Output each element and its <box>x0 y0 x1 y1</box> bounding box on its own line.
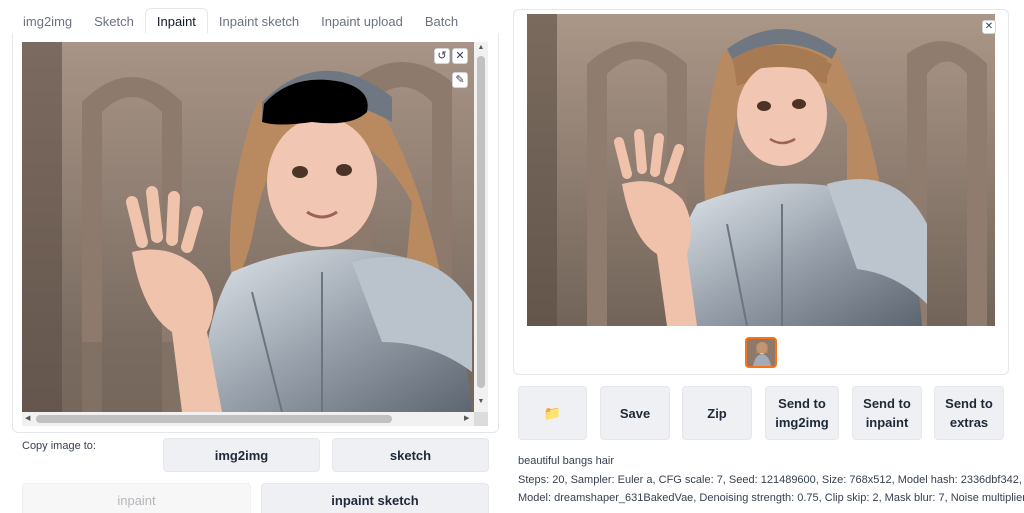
copy-to-sketch-button[interactable]: sketch <box>332 438 489 472</box>
tab-img2img[interactable]: img2img <box>12 8 83 34</box>
horizontal-scrollbar[interactable]: ◀ ▶ <box>22 412 474 426</box>
tab-sketch[interactable]: Sketch <box>83 8 145 34</box>
send-to-img2img-line2: img2img <box>775 415 829 430</box>
open-folder-button[interactable]: 📁 <box>518 386 587 440</box>
tab-bar: img2img Sketch Inpaint Inpaint sketch In… <box>12 8 469 34</box>
tab-inpaint-sketch[interactable]: Inpaint sketch <box>208 8 310 34</box>
send-to-extras-line1: Send to <box>945 396 993 411</box>
send-to-img2img-line1: Send to <box>778 396 826 411</box>
output-image[interactable] <box>527 14 995 326</box>
gallery-thumbnail[interactable] <box>745 337 777 368</box>
scroll-corner <box>474 412 488 426</box>
tab-inpaint[interactable]: Inpaint <box>144 8 208 34</box>
copy-image-label: Copy image to: <box>22 440 96 452</box>
brush-icon[interactable]: ✎ <box>452 72 468 88</box>
source-image <box>22 42 474 412</box>
send-to-inpaint-line2: inpaint <box>865 415 909 430</box>
scroll-right-icon[interactable]: ▶ <box>464 414 469 422</box>
generation-prompt: beautiful bangs hair <box>518 455 615 467</box>
vertical-scroll-thumb[interactable] <box>477 56 485 388</box>
scroll-left-icon[interactable]: ◀ <box>25 414 30 422</box>
undo-icon[interactable]: ↺ <box>434 48 450 64</box>
vertical-scrollbar[interactable]: ▲ ▼ <box>474 42 488 412</box>
tab-inpaint-upload[interactable]: Inpaint upload <box>310 8 414 34</box>
send-to-extras-line2: extras <box>949 415 989 430</box>
close-icon[interactable]: ✕ <box>982 20 996 34</box>
generation-params-line1: Steps: 20, Sampler: Euler a, CFG scale: … <box>518 474 1022 486</box>
save-button[interactable]: Save <box>600 386 670 440</box>
horizontal-scroll-thumb[interactable] <box>36 415 392 423</box>
copy-to-img2img-button[interactable]: img2img <box>163 438 320 472</box>
folder-icon: 📁 <box>543 404 562 421</box>
copy-to-inpaint-sketch-button[interactable]: inpaint sketch <box>261 483 489 513</box>
scroll-up-icon[interactable]: ▲ <box>474 44 488 51</box>
close-icon[interactable]: ✕ <box>452 48 468 64</box>
tab-batch[interactable]: Batch <box>414 8 469 34</box>
send-to-img2img-button[interactable]: Send to img2img <box>765 386 839 440</box>
inpaint-canvas[interactable] <box>22 42 474 412</box>
thumbnail-image <box>747 339 775 366</box>
generation-params-line2: Model: dreamshaper_631BakedVae, Denoisin… <box>518 492 1024 504</box>
zip-button[interactable]: Zip <box>682 386 752 440</box>
scroll-down-icon[interactable]: ▼ <box>474 398 488 405</box>
send-to-inpaint-line1: Send to <box>863 396 911 411</box>
send-to-extras-button[interactable]: Send to extras <box>934 386 1004 440</box>
copy-to-inpaint-button[interactable]: inpaint <box>22 483 251 513</box>
send-to-inpaint-button[interactable]: Send to inpaint <box>852 386 922 440</box>
generated-image <box>527 14 995 326</box>
